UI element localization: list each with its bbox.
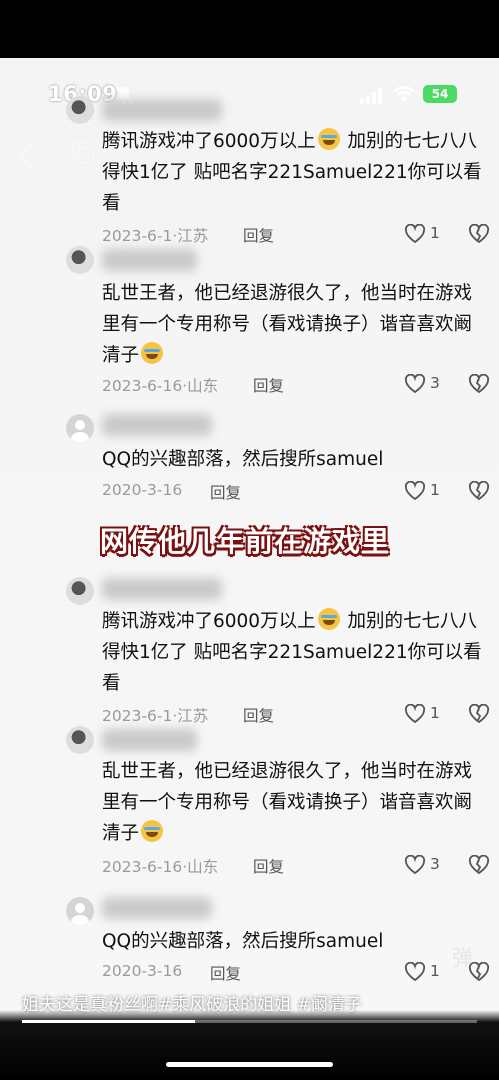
username-blurred	[102, 99, 222, 121]
back-arrow-icon[interactable]	[14, 140, 40, 170]
username-blurred	[102, 249, 197, 271]
reply-button[interactable]: 回复	[243, 224, 274, 246]
username-blurred	[102, 578, 222, 600]
video-overlay-banner: 网传他几年前在游戏里	[92, 520, 398, 558]
avatar[interactable]	[66, 96, 94, 124]
video-progress-bar[interactable]	[22, 1020, 477, 1023]
heart-icon[interactable]	[404, 224, 426, 244]
danmu-toggle-button[interactable]: 弹	[452, 942, 473, 972]
comment-text: 腾讯游戏冲了6000万以上 加别的七七八八得快1亿了 贴吧名字221Samuel…	[102, 606, 488, 699]
comment-text: QQ的兴趣部落，然后搜所samuel	[102, 449, 384, 470]
reply-button[interactable]: 回复	[243, 704, 274, 726]
banner-text: 网传他几年前在游戏里	[100, 525, 391, 558]
heart-icon[interactable]	[404, 704, 426, 724]
comment-date-location: 2023-6-1·江苏	[102, 707, 209, 725]
reply-button[interactable]: 回复	[210, 481, 241, 503]
broken-heart-icon[interactable]	[468, 374, 490, 394]
heart-icon[interactable]	[404, 962, 426, 982]
avatar[interactable]	[66, 414, 94, 442]
comment-date-location: 2023-6-16·山东	[102, 858, 219, 876]
cellular-signal-icon	[360, 88, 382, 104]
comment-date-location: 2020-3-16	[102, 481, 183, 499]
broken-heart-icon[interactable]	[468, 224, 490, 244]
video-screen: 16:09 54 腾讯游戏冲了6000万以上 加别的七七八八得快1亿了 贴吧名字…	[0, 0, 499, 1080]
like-count: 1	[430, 224, 440, 242]
heart-icon[interactable]	[404, 855, 426, 875]
like-count: 3	[430, 374, 440, 392]
wifi-icon	[393, 85, 415, 102]
copy-icon[interactable]	[70, 140, 96, 166]
username-blurred	[102, 729, 197, 751]
reply-button[interactable]: 回复	[253, 855, 284, 877]
battery-indicator: 54	[423, 85, 457, 103]
like-count: 3	[430, 855, 440, 873]
reply-button[interactable]: 回复	[253, 374, 284, 396]
video-caption: 姐夫这是真粉丝啊#乘风破浪的姐姐 #阚清子	[22, 995, 362, 1015]
comment-text: 乱世王者，他已经退游很久了，他当时在游戏里有一个专用称号（看戏请换子）谐音喜欢阚…	[102, 283, 473, 366]
avatar[interactable]	[66, 246, 94, 274]
like-count: 1	[430, 962, 440, 980]
avatar[interactable]	[66, 577, 94, 605]
broken-heart-icon[interactable]	[468, 855, 490, 875]
comment-text: QQ的兴趣部落，然后搜所samuel	[102, 931, 384, 952]
comment-text: 腾讯游戏冲了6000万以上 加别的七七八八得快1亿了 贴吧名字221Samuel…	[102, 126, 488, 219]
heart-icon[interactable]	[404, 481, 426, 501]
comment-text: 乱世王者，他已经退游很久了，他当时在游戏里有一个专用称号（看戏请换子）谐音喜欢阚…	[102, 761, 473, 844]
like-count: 1	[430, 704, 440, 722]
laughing-crying-emoji-icon	[317, 608, 340, 630]
heart-icon[interactable]	[404, 374, 426, 394]
username-blurred	[102, 414, 212, 436]
broken-heart-icon[interactable]	[468, 704, 490, 724]
home-indicator[interactable]	[166, 1062, 333, 1067]
avatar[interactable]	[66, 726, 94, 754]
comment-date-location: 2020-3-16	[102, 962, 183, 980]
reply-button[interactable]: 回复	[210, 962, 241, 984]
laughing-crying-emoji-icon	[141, 820, 164, 842]
like-count: 1	[430, 481, 440, 499]
broken-heart-icon[interactable]	[468, 481, 490, 501]
username-blurred	[102, 897, 212, 919]
comment-date-location: 2023-6-1·江苏	[102, 227, 209, 245]
laughing-crying-emoji-icon	[141, 342, 164, 364]
comment-date-location: 2023-6-16·山东	[102, 377, 219, 395]
video-progress-fill	[22, 1020, 195, 1023]
laughing-crying-emoji-icon	[317, 128, 340, 150]
avatar[interactable]	[66, 897, 94, 925]
